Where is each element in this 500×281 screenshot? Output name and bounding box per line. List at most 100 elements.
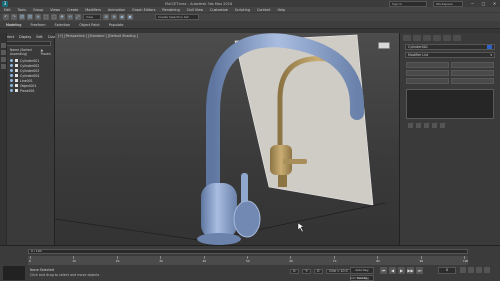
orbit-icon[interactable] xyxy=(476,267,482,273)
menu-help[interactable]: Help xyxy=(277,8,285,12)
modifier-button[interactable] xyxy=(406,62,449,68)
link-icon[interactable]: ⛓ xyxy=(19,14,25,20)
visibility-icon[interactable] xyxy=(10,59,13,62)
visibility-icon[interactable] xyxy=(10,79,13,82)
scale-icon[interactable]: ⤢ xyxy=(75,14,81,20)
snap-icon[interactable]: ⊕ xyxy=(111,14,117,20)
add-time-tag[interactable]: Add Time Tag xyxy=(350,276,369,280)
menu-scripting[interactable]: Scripting xyxy=(235,8,250,12)
scene-search-input[interactable] xyxy=(3,41,51,46)
workspace-selector[interactable]: Workspace: Default xyxy=(433,0,463,10)
viewcube-icon[interactable] xyxy=(377,41,391,51)
previous-frame-icon[interactable]: ◀ xyxy=(389,267,396,274)
visibility-icon[interactable] xyxy=(10,64,13,67)
modify-tab-icon[interactable] xyxy=(413,34,421,41)
menu-tools[interactable]: Tools xyxy=(18,8,26,12)
filter-icon[interactable] xyxy=(1,43,6,48)
scene-header-frozen[interactable]: ▲ Frozen xyxy=(41,48,51,56)
modifier-button[interactable] xyxy=(451,78,494,84)
menu-edit[interactable]: Edit xyxy=(4,8,11,12)
remove-modifier-icon[interactable] xyxy=(432,123,437,128)
next-frame-icon[interactable]: ▶▶ xyxy=(407,267,414,274)
create-tab-icon[interactable] xyxy=(403,34,411,41)
current-frame-field[interactable]: 0 xyxy=(438,267,456,274)
timeline-tick-label: 0 xyxy=(29,259,31,263)
menu-animation[interactable]: Animation xyxy=(108,8,125,12)
select-region-icon[interactable]: ⬚ xyxy=(51,14,57,20)
menu-graph-editors[interactable]: Graph Editors xyxy=(132,8,155,12)
track-bar[interactable]: 0 10 20 30 40 50 60 70 80 90 100 xyxy=(28,256,468,265)
sign-in-button[interactable]: Sign In xyxy=(389,0,427,7)
filter-icon[interactable] xyxy=(1,57,6,62)
menu-create[interactable]: Create xyxy=(67,8,78,12)
visibility-icon[interactable] xyxy=(10,84,13,87)
time-slider[interactable]: 0 / 100 xyxy=(28,249,468,254)
x-coordinate-field[interactable]: X: xyxy=(290,269,300,274)
hierarchy-tab-icon[interactable] xyxy=(423,34,431,41)
filter-icon[interactable] xyxy=(1,64,6,69)
unlink-icon[interactable]: ⛓ xyxy=(27,14,33,20)
menu-content[interactable]: Content xyxy=(257,8,271,12)
y-coordinate-field[interactable]: Y: xyxy=(302,269,311,274)
scene-tab-display[interactable]: Display xyxy=(19,35,31,39)
angle-snap-icon[interactable]: ◉ xyxy=(119,14,125,20)
list-item[interactable]: Plane001 xyxy=(10,88,51,93)
select-object-icon[interactable]: ⬚ xyxy=(43,14,49,20)
display-tab-icon[interactable] xyxy=(443,34,451,41)
maximize-button[interactable]: □ xyxy=(478,0,489,7)
motion-tab-icon[interactable] xyxy=(433,34,441,41)
z-coordinate-field[interactable]: Z: xyxy=(313,269,324,274)
modifier-button[interactable] xyxy=(451,62,494,68)
redo-icon[interactable]: ↷ xyxy=(11,14,17,20)
pin-stack-icon[interactable] xyxy=(408,123,413,128)
zoom-icon[interactable] xyxy=(460,267,466,273)
selection-set-field[interactable]: Create Selection Set xyxy=(155,14,199,20)
go-to-start-icon[interactable]: ⏮ xyxy=(380,267,387,274)
menu-views[interactable]: Views xyxy=(50,8,60,12)
scene-tab-edit[interactable]: Edit xyxy=(36,35,42,39)
scene-header-name[interactable]: Name (Sorted Ascending) xyxy=(10,48,41,56)
utilities-tab-icon[interactable] xyxy=(453,34,461,41)
modifier-button[interactable] xyxy=(451,70,494,76)
ribbon-tab-populate[interactable]: Populate xyxy=(109,23,124,27)
visibility-icon[interactable] xyxy=(10,69,13,72)
object-name-field[interactable]: Cylinder001 xyxy=(405,44,495,50)
menu-civil-view[interactable]: Civil View xyxy=(187,8,203,12)
ribbon-tab-selection[interactable]: Selection xyxy=(55,23,71,27)
mirror-icon[interactable]: ▣ xyxy=(127,14,133,20)
ribbon-tab-modeling[interactable]: Modeling xyxy=(6,23,21,27)
move-icon[interactable]: ✥ xyxy=(59,14,65,20)
pan-icon[interactable] xyxy=(468,267,474,273)
modifier-list-dropdown[interactable]: Modifier List ▾ xyxy=(405,52,495,58)
visibility-icon[interactable] xyxy=(10,74,13,77)
filter-icon[interactable] xyxy=(1,50,6,55)
object-color-swatch[interactable] xyxy=(487,45,492,49)
play-icon[interactable]: ▶ xyxy=(398,267,405,274)
maxscript-listener[interactable] xyxy=(3,266,25,280)
minimize-button[interactable]: ─ xyxy=(467,0,478,7)
modifier-stack[interactable] xyxy=(406,89,494,119)
rotate-icon[interactable]: ⟲ xyxy=(67,14,73,20)
menu-modifiers[interactable]: Modifiers xyxy=(85,8,100,12)
menu-customize[interactable]: Customize xyxy=(210,8,228,12)
ribbon-tab-object-paint[interactable]: Object Paint xyxy=(79,23,100,27)
scene-list-header[interactable]: Name (Sorted Ascending) ▲ Frozen xyxy=(0,47,54,57)
undo-icon[interactable]: ↶ xyxy=(3,14,9,20)
maximize-viewport-icon[interactable] xyxy=(484,267,490,273)
modifier-button[interactable] xyxy=(406,70,449,76)
perspective-viewport[interactable]: [+] [Perspective ] [Standard ] [Default … xyxy=(55,33,399,245)
bind-spacewarp-icon[interactable]: ≋ xyxy=(35,14,41,20)
modifier-button[interactable] xyxy=(406,78,449,84)
visibility-icon[interactable] xyxy=(10,89,13,92)
show-end-result-icon[interactable] xyxy=(416,123,421,128)
auto-key-button[interactable]: Auto Key xyxy=(350,267,374,274)
make-unique-icon[interactable] xyxy=(424,123,429,128)
menu-group[interactable]: Group xyxy=(33,8,43,12)
pivot-icon[interactable]: ⊞ xyxy=(103,14,109,20)
close-button[interactable]: ✕ xyxy=(489,0,500,7)
go-to-end-icon[interactable]: ⏭ xyxy=(416,267,423,274)
view-dropdown[interactable]: View xyxy=(83,14,101,20)
menu-rendering[interactable]: Rendering xyxy=(162,8,179,12)
configure-sets-icon[interactable] xyxy=(440,123,445,128)
ribbon-tab-freeform[interactable]: Freeform xyxy=(30,23,45,27)
